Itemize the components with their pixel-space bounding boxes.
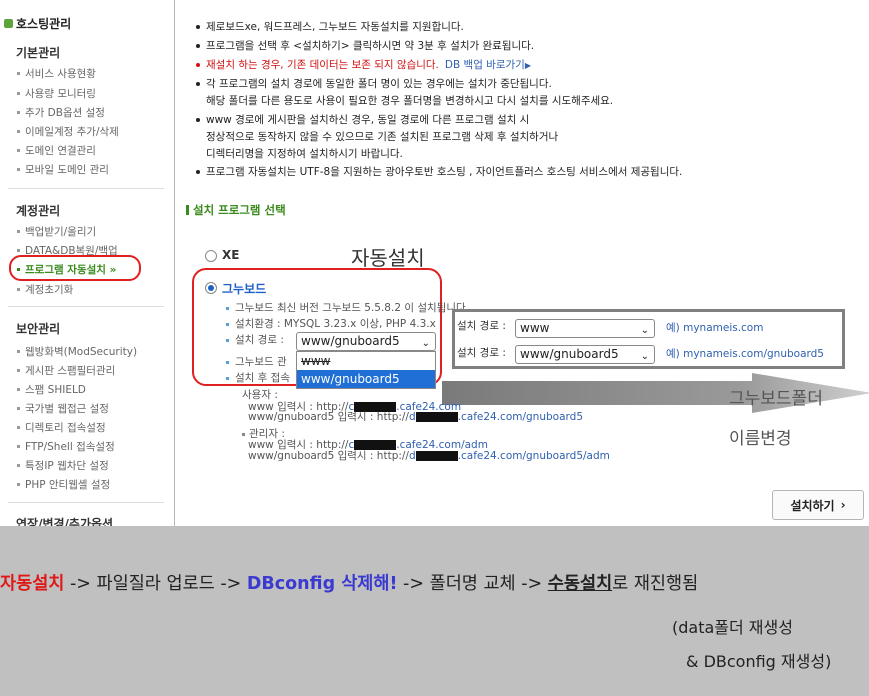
option-gnuboard5[interactable]: www/gnuboard5	[297, 370, 435, 388]
chevron-down-icon: ⌄	[640, 325, 649, 336]
highlight-circle	[9, 255, 141, 281]
play-icon: ▶	[524, 61, 531, 70]
section-title: 설치 프로그램 선택	[186, 202, 286, 218]
redaction	[415, 412, 458, 422]
row2-label: 설치 경로 :	[457, 347, 506, 359]
path-select[interactable]: www/gnuboard5 ⌄	[296, 332, 436, 351]
process-note-1: (data폴더 재생성	[672, 618, 793, 637]
note-2: 프로그램을 선택 후 <설치하기> 클릭하시면 약 3분 후 설치가 완료됩니다…	[196, 38, 534, 53]
note-3: 재설치 하는 경우, 기존 데이터는 보존 되지 않습니다. DB 백업 바로가기…	[196, 57, 531, 72]
redaction	[415, 451, 458, 461]
radio-gnuboard-label: 그누보드	[222, 282, 267, 296]
group-security: 보안관리	[16, 322, 61, 336]
note-4-cont: 해당 폴더를 다른 용도로 사용이 필요한 경우 폴더명을 변경하시고 다시 설…	[206, 95, 614, 107]
process-flow: 자동설치 -> 파일질라 업로드 -> DBconfig 삭제해! -> 폴더명…	[0, 574, 699, 594]
sidebar-item-spam-shield[interactable]: 스팸 SHIELD	[17, 382, 86, 397]
note-6: 프로그램 자동설치는 UTF-8을 지원하는 광아우토반 호스팅 , 자이언트플…	[196, 164, 682, 179]
gnu-version: 그누보드 최신 버전 그누보드 5.5.8.2 이 설치됩니다.	[226, 300, 469, 315]
process-note-2: & DBconfig 재생성)	[686, 652, 832, 671]
sidebar-item-country-access[interactable]: 국가별 웹접근 설정	[17, 401, 109, 416]
sidebar-item-directory-access[interactable]: 디렉토리 접속설정	[17, 420, 106, 435]
note-5: www 경로에 게시판을 설치하신 경우, 동일 경로에 다른 프로그램 설치 …	[196, 112, 529, 127]
admin-gnu-line: www/gnuboard5 입력시 : http://d .cafe24.com/…	[248, 450, 610, 462]
radio-xe[interactable]	[205, 250, 217, 262]
chevron-down-icon: ⌄	[421, 338, 430, 349]
annotation-rename-2: 이름변경	[729, 429, 792, 449]
sidebar-item-mobile-domain[interactable]: 모바일 도메인 관리	[17, 162, 109, 177]
sidebar-title: 호스팅관리	[4, 15, 71, 32]
row1-example: 예) mynameis.com	[666, 322, 764, 334]
divider	[8, 306, 164, 307]
sidebar-item-backup[interactable]: 백업받기/올리기	[17, 224, 96, 239]
sidebar-item-email-account[interactable]: 이메일계정 추가/삭제	[17, 124, 119, 139]
divider	[8, 188, 164, 189]
main-content: 제로보드xe, 워드프레스, 그누보드 자동설치를 지원합니다. 프로그램을 선…	[176, 0, 869, 526]
install-button[interactable]: 설치하기 ›	[772, 490, 864, 520]
gnu-after: 설치 후 접속	[226, 370, 290, 385]
sidebar-item-ftp-shell[interactable]: FTP/Shell 접속설정	[17, 439, 115, 454]
hosting-icon	[4, 19, 13, 28]
group-extend: 연장/변경/추가옵션	[16, 517, 114, 526]
row2-select[interactable]: www/gnuboard5 ⌄	[515, 345, 655, 364]
sidebar-item-ip-block[interactable]: 특정IP 웹차단 설정	[17, 458, 109, 473]
option-www[interactable]: www	[297, 352, 435, 370]
note-4: 각 프로그램의 설치 경로에 동일한 폴더 명이 있는 경우에는 설치가 중단됩…	[196, 76, 552, 91]
gnu-admin: 그누보드 관	[226, 354, 287, 369]
sidebar-item-waf[interactable]: 웹방화벽(ModSecurity)	[17, 344, 137, 359]
gnu-env: 설치환경 : MYSQL 3.23.x 이상, PHP 4.3.x	[226, 316, 436, 331]
sidebar-item-db-option[interactable]: 추가 DB옵션 설정	[17, 105, 105, 120]
annotation-banner: 자동설치 -> 파일질라 업로드 -> DBconfig 삭제해! -> 폴더명…	[0, 526, 869, 696]
sidebar: 호스팅관리 기본관리 서비스 사용현황 사용량 모니터링 추가 DB옵션 설정 …	[0, 0, 175, 526]
user-gnu-line: www/gnuboard5 입력시 : http://d .cafe24.com/…	[248, 411, 583, 423]
sidebar-item-service-usage[interactable]: 서비스 사용현황	[17, 66, 96, 81]
radio-gnuboard[interactable]	[205, 282, 217, 294]
radio-xe-label: XE	[222, 248, 240, 262]
row2-example: 예) mynameis.com/gnuboard5	[666, 348, 824, 360]
db-backup-link[interactable]: DB 백업 바로가기	[445, 59, 525, 71]
group-basic: 기본관리	[16, 46, 61, 60]
sidebar-item-domain-link[interactable]: 도메인 연결관리	[17, 143, 96, 158]
row1-select[interactable]: www ⌄	[515, 319, 655, 338]
divider	[8, 502, 164, 503]
annotation-auto-install: 자동설치	[351, 246, 425, 270]
chevron-down-icon: ⌄	[640, 351, 649, 362]
path-dropdown: www www/gnuboard5	[296, 351, 436, 389]
group-account: 계정관리	[16, 204, 61, 218]
sidebar-item-account-reset[interactable]: 계정초기화	[17, 282, 73, 297]
gnu-path: 설치 경로 :	[226, 332, 284, 347]
sidebar-item-usage-monitoring[interactable]: 사용량 모니터링	[17, 86, 96, 101]
comparison-box: 설치 경로 : www ⌄ 예) mynameis.com 설치 경로 : www…	[452, 309, 845, 369]
note-1: 제로보드xe, 워드프레스, 그누보드 자동설치를 지원합니다.	[196, 19, 464, 34]
annotation-rename-1: 그누보드폴더	[729, 389, 823, 409]
note-5-cont-2: 디렉터리명을 지정하여 설치하시기 바랍니다.	[206, 148, 403, 160]
sidebar-item-spam-filter[interactable]: 게시판 스팸필터관리	[17, 363, 115, 378]
sidebar-item-php-antiwebshell[interactable]: PHP 안티웹셸 설정	[17, 477, 110, 492]
note-5-cont-1: 정상적으로 동작하지 않을 수 있으므로 기존 설치된 프로그램 삭제 후 설치…	[206, 131, 559, 143]
chevron-right-icon: ›	[840, 498, 846, 512]
row1-label: 설치 경로 :	[457, 320, 506, 332]
